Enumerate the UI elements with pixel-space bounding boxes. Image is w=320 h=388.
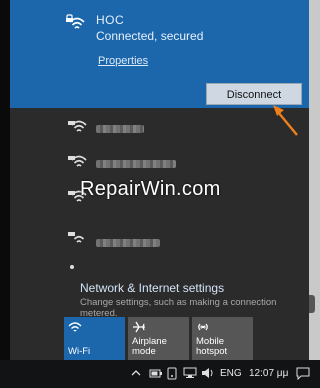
desktop-edge-right (309, 0, 320, 388)
watermark-text: RepairWin.com (80, 178, 221, 200)
blurred-network-name (96, 239, 160, 247)
tile-label: Wi-Fi (68, 346, 91, 357)
device-icon[interactable] (166, 367, 178, 383)
network-list-item[interactable] (10, 148, 309, 182)
wifi-toggle-tile[interactable]: Wi-Fi (64, 317, 125, 360)
connected-network[interactable]: HOC Connected, secured Properties Discon… (10, 0, 309, 108)
scroll-tab (309, 295, 315, 313)
wifi-secured-icon (68, 228, 88, 246)
tile-label: Mobile hotspot (196, 336, 228, 357)
mobile-hotspot-icon (196, 321, 210, 336)
network-name: HOC (96, 13, 125, 27)
network-settings-description: Change settings, such as making a connec… (80, 297, 277, 319)
battery-icon[interactable] (149, 367, 163, 382)
mobile-hotspot-tile[interactable]: Mobile hotspot (192, 317, 253, 360)
notification-icon[interactable] (296, 367, 310, 383)
blurred-network-name (96, 125, 144, 133)
network-settings-link[interactable]: Network & Internet settings (80, 281, 224, 295)
wifi-weak-icon (70, 265, 74, 269)
network-icon[interactable] (183, 367, 197, 382)
network-list-item[interactable] (10, 113, 309, 147)
network-list-item[interactable] (10, 260, 309, 274)
network-status: Connected, secured (96, 29, 204, 43)
airplane-mode-tile[interactable]: Airplane mode (128, 317, 189, 360)
wifi-secured-icon (68, 117, 88, 135)
wifi-secured-icon (68, 152, 88, 170)
wifi-icon (68, 321, 82, 336)
volume-icon[interactable] (201, 367, 215, 382)
disconnect-button[interactable]: Disconnect (206, 83, 302, 105)
wifi-secured-icon (66, 14, 86, 32)
chevron-up-icon[interactable] (131, 368, 141, 380)
tile-label: Airplane mode (132, 336, 167, 357)
clock[interactable]: 12:07 μμ (249, 368, 288, 379)
blurred-network-name (96, 160, 176, 168)
airplane-icon (132, 321, 146, 336)
network-flyout: HOC Connected, secured Properties Discon… (10, 0, 309, 360)
language-indicator[interactable]: ENG (220, 368, 242, 379)
network-list-item[interactable] (10, 224, 309, 258)
properties-link[interactable]: Properties (98, 55, 148, 67)
taskbar: ENG 12:07 μμ (0, 360, 320, 388)
desktop-edge-left (0, 0, 10, 388)
